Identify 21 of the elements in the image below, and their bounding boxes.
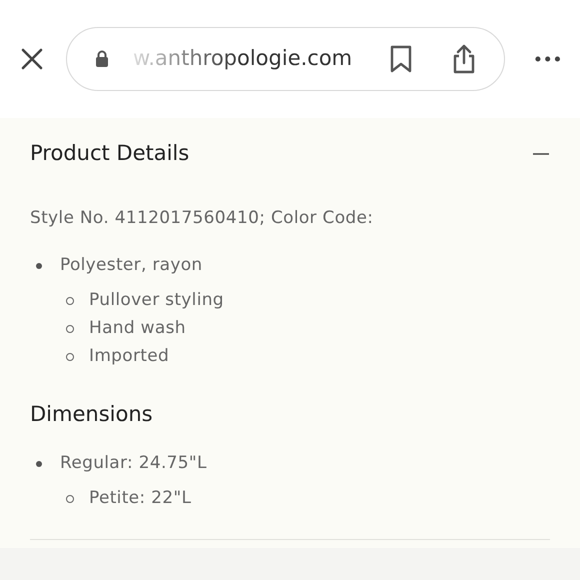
bullet-icon [66,494,74,502]
bullet-icon [66,297,74,305]
section-heading[interactable]: Product Details [30,138,190,170]
bullet-icon [36,460,42,466]
style-number-text: Style No. 4112017560410; Color Code: [30,206,374,230]
bullet-icon [66,325,74,333]
list-item-text: Petite: 22"L [89,486,192,510]
list-item-text: Pullover styling [89,289,224,312]
more-icon[interactable] [534,56,560,62]
lock-icon [95,50,109,68]
bullet-icon [66,353,74,361]
list-item-text: Polyester, rayon [60,254,203,278]
list-item-text: Imported [89,345,170,368]
bookmark-icon[interactable] [390,45,412,73]
section-heading: Dimensions [30,401,153,428]
list-item-text: Regular: 24.75"L [60,452,207,475]
address-bar[interactable]: w.anthropologie.com [66,27,505,91]
close-icon[interactable] [20,47,44,71]
bullet-icon [36,263,42,269]
share-icon[interactable] [452,44,476,74]
list-item-text: Hand wash [89,317,186,340]
